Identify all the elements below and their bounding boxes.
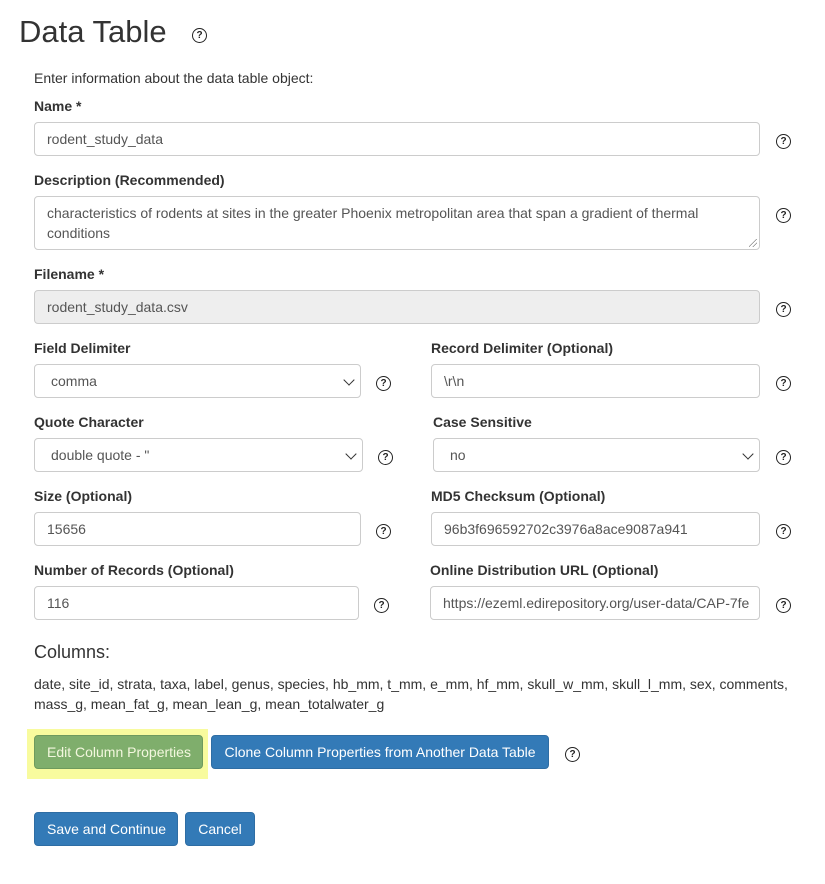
num-records-label: Number of Records (Optional) — [34, 562, 234, 578]
record-delimiter-input[interactable]: \r\n — [431, 364, 760, 398]
field-delimiter-help-icon[interactable]: ? — [376, 376, 391, 391]
page-title: Data Table — [19, 14, 167, 49]
description-text: characteristics of rodents at sites in t… — [47, 205, 699, 241]
filename-help-icon[interactable]: ? — [776, 302, 791, 317]
field-delimiter-select[interactable]: comma — [34, 364, 361, 398]
chevron-down-icon — [345, 448, 357, 460]
intro-text: Enter information about the data table o… — [34, 70, 314, 86]
num-records-input[interactable]: 116 — [34, 586, 359, 620]
online-url-help-icon[interactable]: ? — [776, 598, 791, 613]
record-delimiter-help-icon[interactable]: ? — [776, 376, 791, 391]
cancel-button[interactable]: Cancel — [185, 812, 255, 846]
textarea-resize-icon[interactable] — [749, 239, 757, 247]
description-textarea[interactable]: characteristics of rodents at sites in t… — [34, 196, 760, 250]
quote-character-help-icon[interactable]: ? — [378, 450, 393, 465]
title-help-icon[interactable]: ? — [192, 28, 207, 43]
case-sensitive-label: Case Sensitive — [433, 414, 532, 430]
size-label: Size (Optional) — [34, 488, 132, 504]
quote-character-select[interactable]: double quote - " — [34, 438, 363, 472]
case-sensitive-value: no — [450, 447, 466, 463]
save-and-continue-button[interactable]: Save and Continue — [34, 812, 178, 846]
columns-heading: Columns: — [34, 642, 111, 662]
description-help-icon[interactable]: ? — [776, 208, 791, 223]
chevron-down-icon — [742, 448, 754, 460]
md5-help-icon[interactable]: ? — [776, 524, 791, 539]
md5-input[interactable]: 96b3f696592702c3976a8ace9087a941 — [431, 512, 760, 546]
size-input[interactable]: 15656 — [34, 512, 361, 546]
online-url-label: Online Distribution URL (Optional) — [430, 562, 659, 578]
case-sensitive-select[interactable]: no — [433, 438, 760, 472]
num-records-help-icon[interactable]: ? — [374, 598, 389, 613]
quote-character-value: double quote - " — [51, 447, 150, 463]
case-sensitive-help-icon[interactable]: ? — [776, 450, 791, 465]
filename-label: Filename * — [34, 266, 105, 282]
description-label: Description (Recommended) — [34, 172, 225, 188]
size-help-icon[interactable]: ? — [376, 524, 391, 539]
record-delimiter-label: Record Delimiter (Optional) — [431, 340, 614, 356]
columns-list: date, site_id, strata, taxa, label, genu… — [34, 676, 788, 712]
field-delimiter-value: comma — [51, 373, 97, 389]
chevron-down-icon — [343, 374, 355, 386]
clone-column-properties-button[interactable]: Clone Column Properties from Another Dat… — [211, 735, 549, 769]
filename-input: rodent_study_data.csv — [34, 290, 760, 324]
columns-help-icon[interactable]: ? — [565, 747, 580, 762]
edit-column-properties-button[interactable]: Edit Column Properties — [34, 735, 203, 769]
md5-label: MD5 Checksum (Optional) — [431, 488, 606, 504]
name-input[interactable]: rodent_study_data — [34, 122, 760, 156]
online-url-input[interactable]: https://ezeml.edirepository.org/user-dat… — [430, 586, 760, 620]
quote-character-label: Quote Character — [34, 414, 144, 430]
name-label: Name * — [34, 98, 82, 114]
field-delimiter-label: Field Delimiter — [34, 340, 131, 356]
name-help-icon[interactable]: ? — [776, 134, 791, 149]
